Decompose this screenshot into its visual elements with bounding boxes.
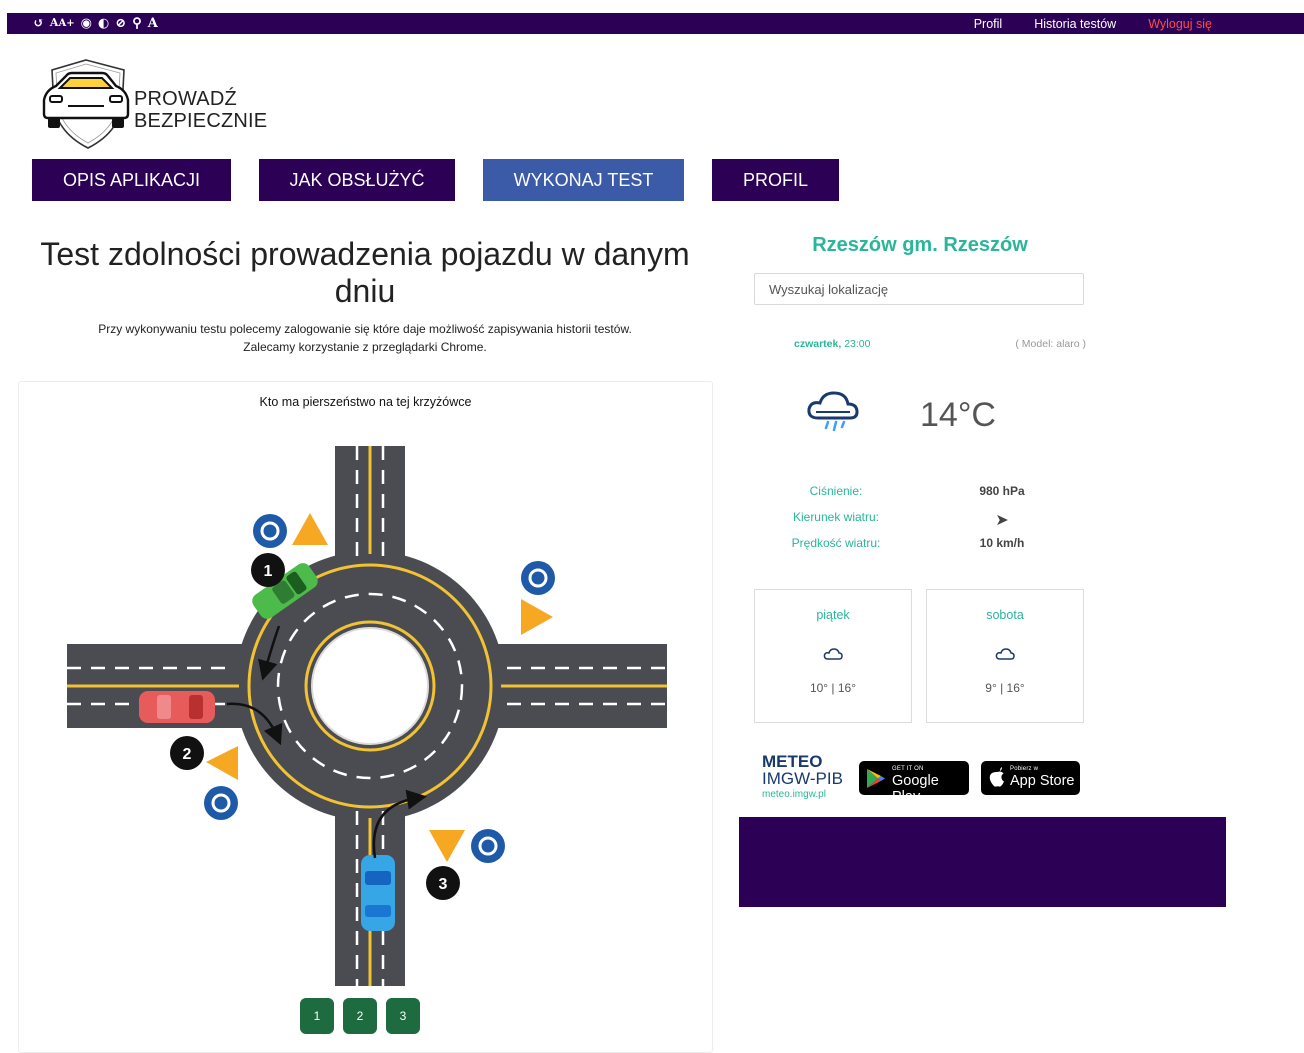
app-store-label: App Store: [1010, 773, 1075, 789]
apple-icon: [989, 767, 1004, 787]
question-text: Kto ma pierszeństwo na tej krzyżówce: [259, 395, 472, 409]
shield-car-icon: [42, 59, 130, 149]
google-play-small-text: GET IT ON: [892, 766, 924, 772]
car-blue: [361, 855, 395, 931]
top-bar: ↺ AA+ ◉ ◐ ⊘ ⚲ A Profil Historia testów W…: [7, 13, 1304, 34]
car-2-number: 2: [183, 746, 192, 763]
forecast-card-1: piątek 10° | 16°: [754, 589, 912, 723]
pressure-value: 980 hPa: [979, 484, 1025, 498]
app-store-small-text: Pobierz w: [1010, 766, 1039, 772]
page-title: Test zdolności prowadzenia pojazdu w dan…: [40, 236, 690, 309]
answer-button-1[interactable]: 1: [300, 998, 334, 1034]
car-1-number: 1: [264, 563, 273, 580]
eye-icon[interactable]: ◉: [81, 16, 92, 31]
forecast-card-2: sobota 9° | 16°: [926, 589, 1084, 723]
rain-cloud-icon: [807, 391, 859, 432]
meteo-brand[interactable]: METEO IMGW-PIB meteo.imgw.pl: [762, 752, 843, 800]
contrast-icon[interactable]: ◐: [98, 16, 109, 31]
profile-link[interactable]: Profil: [974, 17, 1002, 31]
site-logo[interactable]: PROWADŹ BEZPIECZNIE: [36, 56, 276, 150]
nav-profile-button[interactable]: PROFIL: [712, 159, 839, 201]
history-link[interactable]: Historia testów: [1034, 17, 1116, 31]
undo-icon[interactable]: ↺: [33, 16, 44, 31]
car-2-badge: 2: [170, 736, 204, 770]
text-size-plus-glyph: A+: [58, 18, 75, 29]
user-menu: Profil Historia testów Wyloguj się: [942, 13, 1304, 34]
google-play-badge[interactable]: GET IT ON Google Play: [859, 761, 969, 805]
meteo-brand-url: meteo.imgw.pl: [762, 789, 826, 800]
cloud-icon: [995, 648, 1015, 660]
weather-day: czwartek,: [794, 338, 842, 350]
question-card: Kto ma pierszeństwo na tej krzyżówce 1 2…: [18, 381, 713, 1053]
accessibility-toolbar: ↺ AA+ ◉ ◐ ⊘ ⚲ A: [33, 13, 158, 34]
forecast-day-name: piątek: [816, 608, 850, 622]
roundabout-island: [311, 627, 429, 745]
roundabout-illustration: 1 2 3: [67, 446, 667, 986]
intro-text: Przy wykonywaniu testu polecemy zalogowa…: [20, 320, 710, 356]
weather-datetime: czwartek, 23:00: [794, 338, 870, 350]
forecast-temps: 9° | 16°: [985, 681, 1025, 695]
nav-test-button[interactable]: WYKONAJ TEST: [483, 159, 684, 201]
logo-text: PROWADŹ BEZPIECZNIE: [134, 88, 267, 132]
forecast-temps: 10° | 16°: [809, 681, 857, 695]
car-3-number: 3: [439, 876, 448, 893]
car-1-badge: 1: [251, 553, 285, 587]
answer-buttons: 1 2 3: [300, 998, 420, 1034]
pressure-label: Ciśnienie:: [809, 484, 863, 498]
answer-button-2[interactable]: 2: [343, 998, 377, 1034]
weather-city: Rzeszów gm. Rzeszów: [812, 234, 1028, 256]
weather-model: ( Model: alaro ): [1015, 338, 1086, 350]
nav-about-button[interactable]: OPIS APLIKACJI: [32, 159, 231, 201]
location-search-input[interactable]: [754, 273, 1084, 305]
weather-time: 23:00: [844, 338, 871, 350]
link-icon[interactable]: ⚲: [132, 16, 142, 31]
hide-icon[interactable]: ⊘: [115, 16, 126, 31]
logo-line-1: PROWADŹ: [134, 88, 237, 110]
meteo-brand-line1: METEO: [762, 752, 823, 771]
nav-howto-button[interactable]: JAK OBSŁUŻYĆ: [259, 159, 455, 201]
google-play-label: Google Play: [892, 773, 939, 805]
intro-line-2: Zalecamy korzystanie z przeglądarki Chro…: [243, 340, 487, 354]
wind-direction-label: Kierunek wiatru:: [792, 510, 880, 524]
car-red: [139, 691, 215, 723]
wind-speed-label: Prędkość wiatru:: [791, 536, 881, 550]
text-size-icon[interactable]: AA+: [50, 16, 75, 31]
purple-banner: [739, 817, 1226, 907]
current-temperature: 14°C: [920, 396, 996, 434]
car-3-badge: 3: [426, 866, 460, 900]
font-icon[interactable]: A: [148, 16, 158, 31]
wind-direction-arrow-icon: ➤: [995, 512, 1009, 529]
app-store-badge[interactable]: Pobierz w App Store: [981, 761, 1080, 795]
meteo-brand-line2: IMGW-PIB: [762, 769, 843, 788]
wind-speed-value: 10 km/h: [979, 536, 1025, 550]
cloud-icon: [823, 648, 843, 660]
google-play-icon: [867, 769, 885, 788]
logout-link[interactable]: Wyloguj się: [1148, 17, 1212, 31]
logo-line-2: BEZPIECZNIE: [134, 110, 268, 132]
forecast-day-name: sobota: [986, 608, 1024, 622]
answer-button-3[interactable]: 3: [386, 998, 420, 1034]
intro-line-1: Przy wykonywaniu testu polecemy zalogowa…: [98, 322, 632, 336]
